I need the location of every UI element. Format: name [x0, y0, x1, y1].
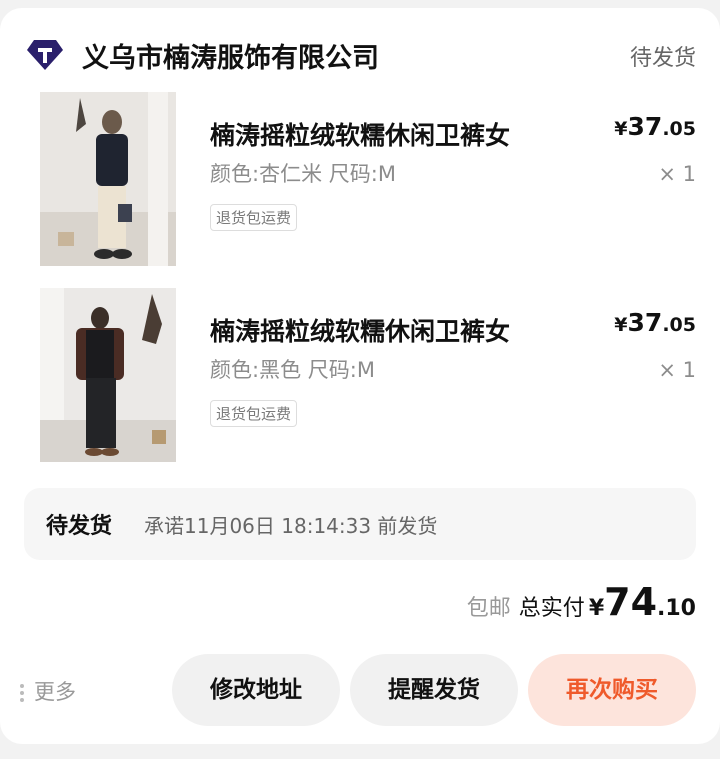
free-shipping-label: 包邮	[466, 596, 511, 621]
product-title[interactable]: 楠涛摇粒绒软糯休闲卫裤女	[210, 312, 510, 348]
total-paid-label: 总实付	[518, 596, 585, 621]
price-symbol: ¥	[614, 314, 628, 336]
product-spec: 颜色:黑色 尺码:M	[210, 358, 375, 382]
order-status: 待发货	[629, 46, 696, 71]
order-card[interactable]: 义乌市楠涛服饰有限公司 待发货 楠涛摇粒绒软糯休闲卫裤女 颜色:杏仁米 尺码:M…	[0, 8, 720, 744]
price-integer: 37	[627, 308, 663, 337]
price-integer: 37	[627, 112, 663, 141]
return-shipping-tag: 退货包运费	[210, 400, 298, 427]
total-decimal: .10	[657, 596, 696, 621]
price-decimal: .05	[662, 314, 696, 336]
shipping-promise-text: 承诺11月06日 18:14:33 前发货	[144, 514, 438, 538]
product-image[interactable]	[40, 92, 176, 266]
order-item[interactable]: 楠涛摇粒绒软糯休闲卫裤女 颜色:杏仁米 尺码:M 退货包运费 ¥37.05 × …	[0, 92, 720, 272]
total-symbol: ¥	[588, 596, 605, 621]
product-price: ¥37.05	[614, 308, 696, 337]
shipping-status-label: 待发货	[46, 514, 113, 539]
shop-name[interactable]: 义乌市楠涛服饰有限公司	[82, 36, 379, 75]
total-integer: 74	[604, 580, 658, 624]
product-spec: 颜色:杏仁米 尺码:M	[210, 162, 396, 186]
product-price: ¥37.05	[614, 112, 696, 141]
more-label: 更多	[34, 680, 76, 704]
order-total: 包邮 总实付 ¥74.10	[467, 580, 696, 630]
order-item[interactable]: 楠涛摇粒绒软糯休闲卫裤女 颜色:黑色 尺码:M 退货包运费 ¥37.05 × 1	[0, 288, 720, 468]
product-image[interactable]	[40, 288, 176, 462]
remind-shipping-button[interactable]: 提醒发货	[350, 654, 518, 726]
shop-header[interactable]: 义乌市楠涛服饰有限公司 待发货	[26, 34, 696, 80]
price-decimal: .05	[662, 118, 696, 140]
product-quantity: × 1	[658, 162, 696, 186]
shipping-status-box[interactable]: 待发货 承诺11月06日 18:14:33 前发货	[24, 488, 696, 560]
product-quantity: × 1	[658, 358, 696, 382]
more-dots-icon	[20, 681, 26, 705]
diamond-shop-icon	[26, 38, 64, 72]
product-title[interactable]: 楠涛摇粒绒软糯休闲卫裤女	[210, 116, 510, 152]
more-button[interactable]: 更多	[20, 676, 76, 706]
return-shipping-tag: 退货包运费	[210, 204, 298, 231]
buy-again-button[interactable]: 再次购买	[528, 654, 696, 726]
price-symbol: ¥	[614, 118, 628, 140]
change-address-button[interactable]: 修改地址	[172, 654, 340, 726]
